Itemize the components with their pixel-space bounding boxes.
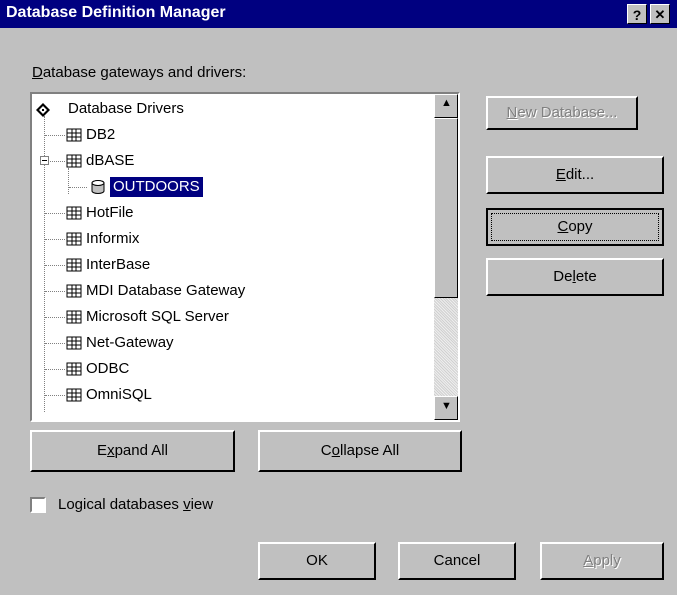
edit-button[interactable]: Edit... <box>486 156 664 194</box>
tree-connector-line <box>69 187 87 188</box>
expand-all-button[interactable]: Expand All <box>30 430 235 472</box>
tree-item-label: HotFile <box>86 204 134 221</box>
tree-item-driver[interactable]: DB2 <box>32 122 434 148</box>
driver-icon <box>66 232 82 246</box>
tree-connector-line <box>45 265 65 266</box>
driver-icon <box>66 284 82 298</box>
driver-icon <box>66 206 82 220</box>
tree-root-label: Database Drivers <box>68 100 184 117</box>
tree-item-label: Microsoft SQL Server <box>86 308 229 325</box>
tree-item-root[interactable]: Database Drivers <box>32 96 434 122</box>
arrow-down-icon: ▼ <box>441 400 452 412</box>
tree-item-driver[interactable]: OmniSQL <box>32 382 434 408</box>
delete-button[interactable]: Delete <box>486 258 664 296</box>
tree-connector-line <box>45 135 65 136</box>
tree-connector-line <box>45 291 65 292</box>
driver-icon <box>66 310 82 324</box>
tree-connector-line <box>45 213 65 214</box>
collapse-all-button[interactable]: Collapse All <box>258 430 462 472</box>
focus-indicator <box>491 213 659 241</box>
tree-item-label: MDI Database Gateway <box>86 282 246 299</box>
tree-item-label: OmniSQL <box>86 386 152 403</box>
tree-connector-line <box>45 369 65 370</box>
scroll-thumb[interactable] <box>434 118 458 298</box>
tree-item-driver[interactable]: dBASE <box>32 148 434 174</box>
database-definition-manager-dialog: Database Definition Manager ? ✕ Database… <box>0 0 677 595</box>
logical-view-checkbox[interactable] <box>30 497 46 513</box>
tree-item-label: InterBase <box>86 256 151 273</box>
database-cylinder-icon <box>91 180 105 194</box>
cancel-button[interactable]: Cancel <box>398 542 516 580</box>
scroll-up-button[interactable]: ▲ <box>434 94 458 118</box>
tree-item-driver[interactable]: Net-Gateway <box>32 330 434 356</box>
scroll-down-button[interactable]: ▼ <box>434 396 458 420</box>
gateways-label: Database gateways and drivers: <box>32 64 247 81</box>
tree-connector-line <box>45 343 65 344</box>
ok-button[interactable]: OK <box>258 542 376 580</box>
drivers-tree[interactable]: Database Drivers DB2 dBASE OUTDOORS HotFile… <box>30 92 460 422</box>
driver-icon <box>66 336 82 350</box>
tree-connector-line <box>45 317 65 318</box>
tree-scrollbar[interactable]: ▲ ▼ <box>434 94 458 420</box>
arrow-up-icon: ▲ <box>441 97 452 109</box>
tree-connector-line <box>45 239 65 240</box>
tree-item-label: ODBC <box>86 360 130 377</box>
tree-item-driver[interactable]: HotFile <box>32 200 434 226</box>
tree-item-driver[interactable]: Microsoft SQL Server <box>32 304 434 330</box>
apply-button[interactable]: Apply <box>540 542 664 580</box>
driver-icon <box>66 362 82 376</box>
tree-item-driver[interactable]: MDI Database Gateway <box>32 278 434 304</box>
window-title: Database Definition Manager <box>6 4 226 21</box>
help-button[interactable]: ? <box>627 4 647 24</box>
tree-item-label: Net-Gateway <box>86 334 174 351</box>
tree-item-label: dBASE <box>86 152 135 169</box>
copy-button[interactable]: Copy <box>486 208 664 246</box>
driver-icon <box>66 128 82 142</box>
title-bar[interactable]: Database Definition Manager ? ✕ <box>0 0 677 28</box>
tree-item-label: DB2 <box>86 126 116 143</box>
tree-item-driver[interactable]: ODBC <box>32 356 434 382</box>
logical-view-label[interactable]: Logical databases view <box>58 496 213 513</box>
drivers-root-icon <box>36 103 50 117</box>
tree-item-driver[interactable]: Informix <box>32 226 434 252</box>
tree-content: Database Drivers DB2 dBASE OUTDOORS HotFile… <box>32 94 434 420</box>
new-database-button[interactable]: New Database... <box>486 96 638 130</box>
close-button[interactable]: ✕ <box>650 4 670 24</box>
driver-icon <box>66 388 82 402</box>
driver-icon <box>66 154 82 168</box>
tree-item-database[interactable]: OUTDOORS <box>32 174 434 200</box>
collapse-toggle-icon[interactable] <box>40 156 49 165</box>
tree-item-label-selected: OUTDOORS <box>110 177 203 197</box>
tree-connector-line <box>45 395 65 396</box>
tree-item-label: Informix <box>86 230 140 247</box>
tree-item-driver[interactable]: InterBase <box>32 252 434 278</box>
driver-icon <box>66 258 82 272</box>
